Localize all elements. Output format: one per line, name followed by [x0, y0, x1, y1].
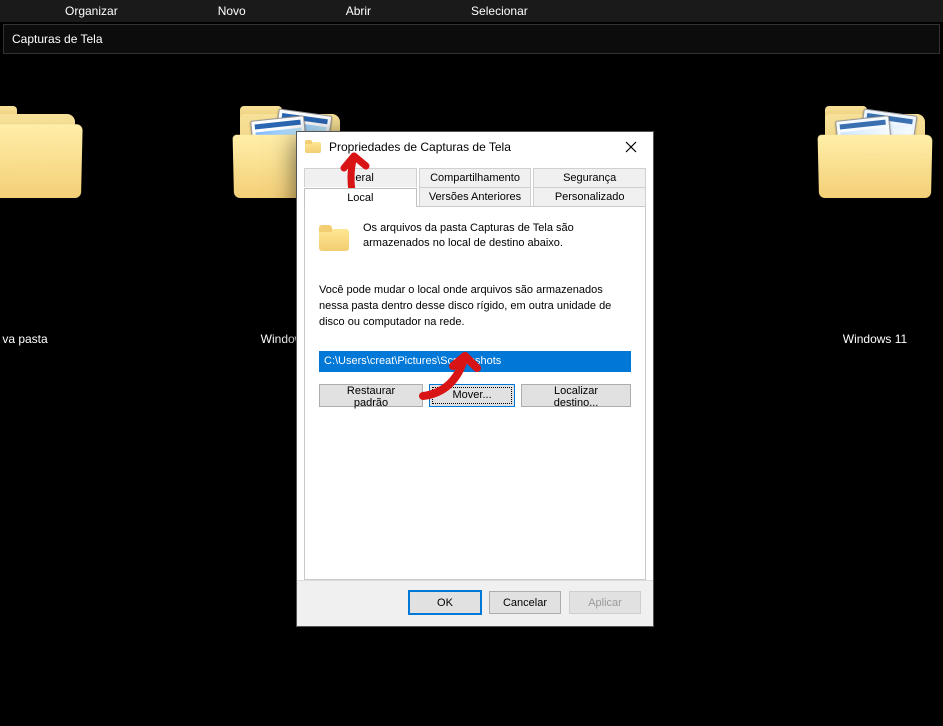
path-input[interactable] — [319, 351, 631, 372]
tab-local[interactable]: Local — [304, 188, 417, 207]
folder-icon — [319, 225, 351, 253]
menu-organizar[interactable]: Organizar — [15, 4, 168, 18]
folder-icon — [815, 106, 935, 206]
tab-content-local: Os arquivos da pasta Capturas de Tela sã… — [304, 206, 646, 580]
menu-selecionar[interactable]: Selecionar — [421, 4, 578, 18]
content-body: Você pode mudar o local onde arquivos sã… — [319, 283, 631, 331]
ok-button[interactable]: OK — [409, 591, 481, 614]
tab-compartilhamento[interactable]: Compartilhamento — [419, 168, 532, 187]
location-bar[interactable]: Capturas de Tela — [3, 24, 940, 54]
folder-item-windows-11[interactable]: Windows 11 — [790, 106, 943, 346]
folder-label: Windows 11 — [790, 332, 943, 346]
dialog-footer: OK Cancelar Aplicar — [297, 580, 653, 626]
close-icon — [625, 141, 637, 153]
folder-icon — [0, 106, 85, 206]
cancel-button[interactable]: Cancelar — [489, 591, 561, 614]
locate-target-button[interactable]: Localizar destino... — [521, 384, 631, 407]
restore-default-button[interactable]: Restaurar padrão — [319, 384, 423, 407]
dialog-titlebar[interactable]: Propriedades de Capturas de Tela — [297, 132, 653, 162]
folder-item-va-pasta[interactable]: va pasta — [0, 106, 110, 346]
tab-versoes-anteriores[interactable]: Versões Anteriores — [419, 187, 532, 206]
folder-content-area: va pasta Windows 7 Windows 11 Propriedad… — [0, 56, 943, 726]
apply-button[interactable]: Aplicar — [569, 591, 641, 614]
menubar: Organizar Novo Abrir Selecionar — [0, 0, 943, 22]
dialog-tabs: Geral Compartilhamento Segurança Local V… — [297, 162, 653, 206]
dialog-title: Propriedades de Capturas de Tela — [329, 140, 609, 154]
tab-geral[interactable]: Geral — [304, 168, 417, 187]
properties-dialog: Propriedades de Capturas de Tela Geral C… — [296, 131, 654, 627]
tab-personalizado[interactable]: Personalizado — [533, 187, 646, 206]
folder-label: va pasta — [0, 332, 110, 346]
close-button[interactable] — [609, 132, 653, 162]
tab-seguranca[interactable]: Segurança — [533, 168, 646, 187]
folder-icon — [305, 140, 321, 154]
move-button[interactable]: Mover... — [429, 384, 515, 407]
menu-abrir[interactable]: Abrir — [296, 4, 421, 18]
location-text: Capturas de Tela — [12, 32, 103, 46]
content-heading: Os arquivos da pasta Capturas de Tela sã… — [363, 221, 631, 257]
menu-novo[interactable]: Novo — [168, 4, 296, 18]
